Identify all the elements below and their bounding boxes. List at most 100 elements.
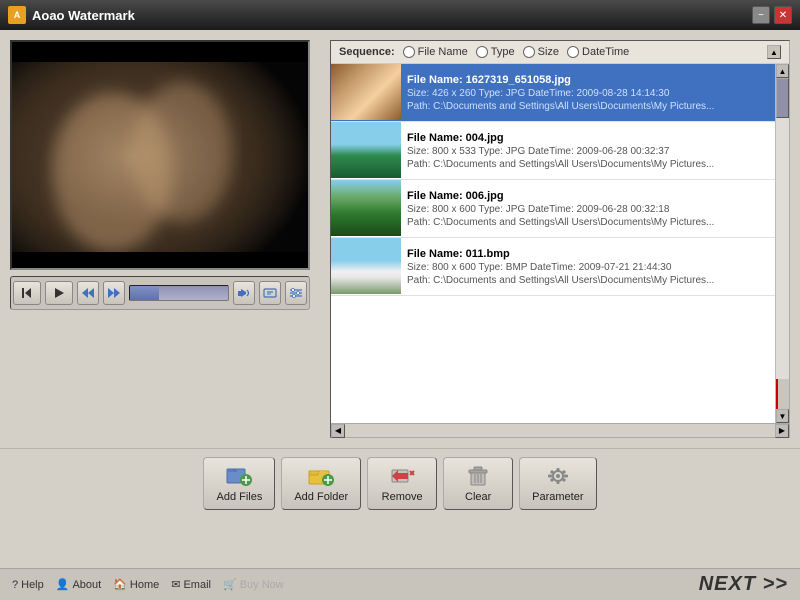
file-meta: Size: 800 x 600 Type: JPG DateTime: 2009…: [407, 204, 769, 215]
scroll-indicator: [776, 379, 789, 409]
home-link[interactable]: 🏠 Home: [113, 578, 159, 591]
file-info: File Name: 011.bmp Size: 800 x 600 Type: …: [401, 238, 775, 295]
close-button[interactable]: ✕: [774, 6, 792, 24]
scroll-up-arrow[interactable]: ▲: [767, 45, 781, 59]
hscroll-left[interactable]: ◀: [331, 424, 345, 438]
buynow-link[interactable]: 🛒 Buy Now: [223, 578, 284, 591]
status-area: [0, 518, 800, 568]
file-list-item[interactable]: File Name: 1627319_651058.jpg Size: 426 x…: [331, 64, 775, 122]
help-icon: ?: [12, 579, 18, 591]
radio-circle-datetime: [567, 46, 579, 58]
settings-ctrl-button[interactable]: [285, 281, 307, 305]
email-icon: ✉: [171, 578, 180, 591]
file-thumbnail: [331, 122, 401, 178]
title-controls: − ✕: [752, 6, 792, 24]
remove-label: Remove: [382, 491, 423, 503]
minimize-button[interactable]: −: [752, 6, 770, 24]
file-name: File Name: 1627319_651058.jpg: [407, 74, 769, 86]
sequence-bar: Sequence: File Name Type Size DateTime: [331, 41, 789, 64]
file-name: File Name: 004.jpg: [407, 132, 769, 144]
radio-size[interactable]: Size: [523, 46, 559, 58]
about-link[interactable]: 👤 About: [56, 578, 101, 591]
next-button[interactable]: NEXT >>: [699, 573, 788, 596]
content-area: Sequence: File Name Type Size DateTime: [0, 30, 800, 448]
parameter-label: Parameter: [532, 491, 583, 503]
radio-label-filename: File Name: [418, 46, 468, 58]
file-path: Path: C:\Documents and Settings\All User…: [407, 159, 769, 170]
about-label: About: [72, 579, 101, 591]
clear-button[interactable]: Clear: [443, 457, 513, 510]
right-panel: Sequence: File Name Type Size DateTime: [330, 40, 790, 438]
scrollbar-track[interactable]: ▲ ▼: [775, 64, 789, 423]
svg-text:A: A: [14, 10, 21, 20]
home-icon: 🏠: [113, 578, 127, 591]
file-meta: Size: 800 x 533 Type: JPG DateTime: 2009…: [407, 146, 769, 157]
parameter-icon: [544, 464, 572, 488]
progress-fill: [130, 286, 159, 300]
scroll-thumb[interactable]: [776, 78, 789, 118]
radio-circle-size: [523, 46, 535, 58]
home-label: Home: [130, 579, 159, 591]
radio-datetime[interactable]: DateTime: [567, 46, 629, 58]
buynow-icon: 🛒: [223, 578, 237, 591]
file-thumbnail: [331, 180, 401, 236]
toolbar: Add Files Add Folder: [0, 448, 800, 518]
file-list-item[interactable]: File Name: 011.bmp Size: 800 x 600 Type: …: [331, 238, 775, 296]
about-icon: 👤: [56, 578, 70, 591]
app-title: Aoao Watermark: [32, 8, 135, 23]
radio-type[interactable]: Type: [476, 46, 515, 58]
radio-filename[interactable]: File Name: [403, 46, 468, 58]
bottom-bar: ? Help 👤 About 🏠 Home ✉ Email 🛒 Buy Now …: [0, 568, 800, 600]
clear-icon: [464, 464, 492, 488]
main-window: Sequence: File Name Type Size DateTime: [0, 30, 800, 600]
scroll-down-btn[interactable]: ▼: [776, 409, 789, 423]
file-thumbnail: [331, 238, 401, 294]
add-folder-icon: [307, 464, 335, 488]
file-path: Path: C:\Documents and Settings\All User…: [407, 275, 769, 286]
radio-label-datetime: DateTime: [582, 46, 629, 58]
email-link[interactable]: ✉ Email: [171, 578, 211, 591]
hscroll-right[interactable]: ▶: [775, 424, 789, 438]
remove-icon: [388, 464, 416, 488]
bottom-links: ? Help 👤 About 🏠 Home ✉ Email 🛒 Buy Now: [12, 578, 284, 591]
horizontal-scrollbar: ◀ ▶: [331, 423, 789, 437]
radio-label-size: Size: [538, 46, 559, 58]
radio-label-type: Type: [491, 46, 515, 58]
title-bar: A Aoao Watermark − ✕: [0, 0, 800, 30]
email-label: Email: [183, 579, 211, 591]
zoom-button[interactable]: [259, 281, 281, 305]
file-path: Path: C:\Documents and Settings\All User…: [407, 217, 769, 228]
remove-button[interactable]: Remove: [367, 457, 437, 510]
add-folder-button[interactable]: Add Folder: [281, 457, 361, 510]
file-name: File Name: 011.bmp: [407, 248, 769, 260]
file-info: File Name: 004.jpg Size: 800 x 533 Type: …: [401, 122, 775, 179]
file-meta: Size: 426 x 260 Type: JPG DateTime: 2009…: [407, 88, 769, 99]
file-name: File Name: 006.jpg: [407, 190, 769, 202]
file-info: File Name: 1627319_651058.jpg Size: 426 x…: [401, 64, 775, 121]
add-files-button[interactable]: Add Files: [203, 457, 275, 510]
file-list-item[interactable]: File Name: 006.jpg Size: 800 x 600 Type: …: [331, 180, 775, 238]
add-files-label: Add Files: [216, 491, 262, 503]
left-panel: [10, 40, 320, 438]
vol-button[interactable]: [233, 281, 255, 305]
help-link[interactable]: ? Help: [12, 579, 44, 591]
buynow-label: Buy Now: [240, 579, 284, 591]
progress-bar[interactable]: [129, 285, 229, 301]
file-list[interactable]: ▲ ▼ File Name: 1627319_651058.jpg Size: 4…: [331, 64, 789, 423]
hscroll-track[interactable]: [345, 424, 775, 437]
forward-button[interactable]: [103, 281, 125, 305]
video-content: [12, 42, 308, 268]
file-meta: Size: 800 x 600 Type: BMP DateTime: 2009…: [407, 262, 769, 273]
prev-button[interactable]: [13, 281, 41, 305]
file-list-item[interactable]: File Name: 004.jpg Size: 800 x 533 Type: …: [331, 122, 775, 180]
clear-label: Clear: [465, 491, 491, 503]
parameter-button[interactable]: Parameter: [519, 457, 596, 510]
radio-circle-type: [476, 46, 488, 58]
file-thumbnail: [331, 64, 401, 120]
rewind-button[interactable]: [77, 281, 99, 305]
radio-circle-filename: [403, 46, 415, 58]
app-icon: A: [8, 6, 26, 24]
file-path: Path: C:\Documents and Settings\All User…: [407, 101, 769, 112]
play-button[interactable]: [45, 281, 73, 305]
scroll-up-btn[interactable]: ▲: [776, 64, 789, 78]
